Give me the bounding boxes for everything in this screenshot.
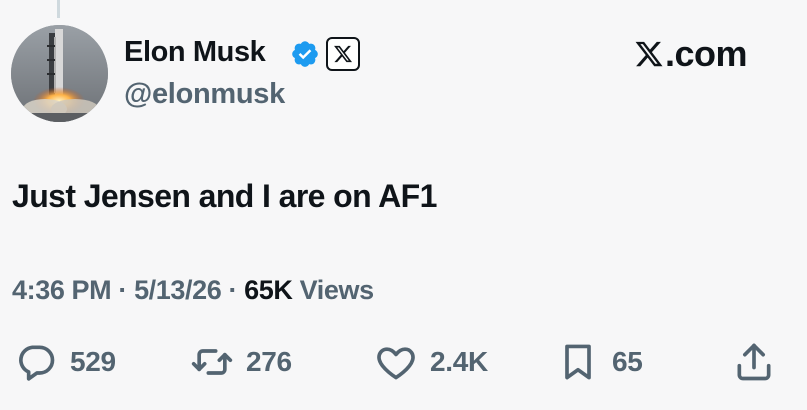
watermark-domain-text: .com	[665, 33, 748, 74]
tweet-date[interactable]: 5/13/26	[134, 275, 222, 305]
reply-button[interactable]: 529	[14, 338, 116, 386]
views-count: 65K	[244, 275, 293, 305]
tweet-metadata: 4:36 PM · 5/13/26 · 65K Views	[12, 275, 374, 306]
views-label: Views	[299, 275, 374, 305]
repost-button[interactable]: 276	[190, 338, 292, 386]
bookmark-button[interactable]: 65	[556, 338, 643, 386]
tweet-text: Just Jensen and I are on AF1	[12, 178, 437, 214]
reply-count: 529	[70, 346, 116, 377]
affiliation-badge[interactable]	[326, 37, 360, 71]
bookmark-icon	[565, 344, 591, 380]
author-name[interactable]: Elon Musk	[124, 36, 266, 69]
repost-arrows-icon	[191, 349, 233, 375]
like-button[interactable]: 2.4K	[374, 338, 488, 386]
verified-badge-icon[interactable]	[290, 39, 320, 69]
repost-count: 276	[246, 346, 292, 377]
heart-icon	[377, 347, 415, 380]
author-handle[interactable]: @elonmusk	[124, 78, 285, 111]
reply-bubble-icon	[19, 345, 55, 381]
like-count: 2.4K	[430, 346, 488, 377]
x-logo-icon	[334, 45, 353, 63]
x-logo-icon	[635, 41, 663, 67]
rocket-launch-image	[11, 25, 108, 122]
thread-connector-line	[57, 0, 60, 18]
share-upload-icon	[737, 343, 771, 381]
avatar[interactable]	[11, 25, 108, 122]
meta-separator: ·	[118, 275, 127, 305]
meta-separator: ·	[228, 275, 238, 305]
tweet-time[interactable]: 4:36 PM	[12, 275, 112, 305]
x-com-watermark: .com	[634, 33, 748, 75]
share-button[interactable]	[732, 338, 776, 386]
bookmark-count: 65	[612, 346, 643, 377]
